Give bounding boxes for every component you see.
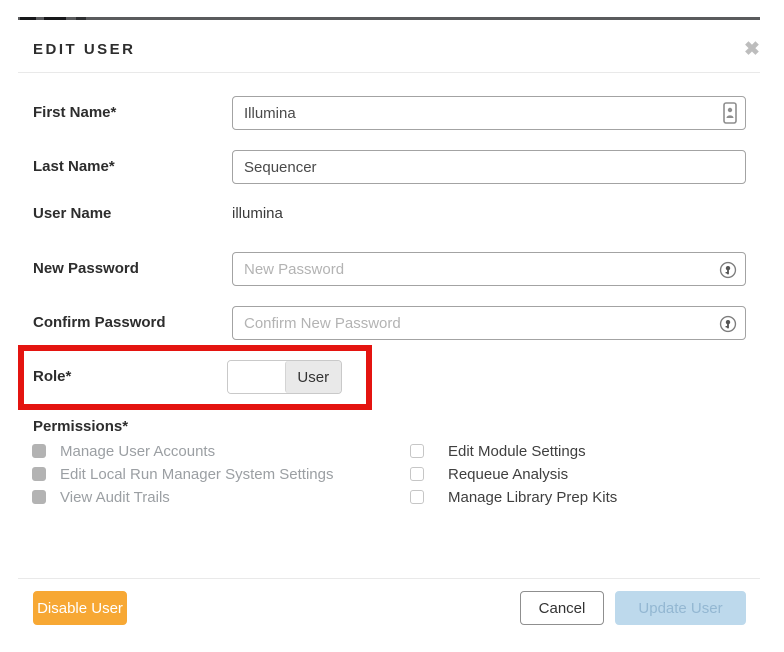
- cropped-content-mark: [76, 17, 86, 20]
- first-name-label: First Name*: [33, 104, 116, 121]
- confirm-password-input[interactable]: [232, 306, 746, 340]
- permission-manage-user-accounts: Manage User Accounts: [32, 442, 215, 460]
- title-divider: [18, 72, 760, 73]
- autofill-contact-icon[interactable]: [720, 101, 740, 125]
- checkbox-disabled: [32, 444, 46, 458]
- permission-requeue-analysis[interactable]: Requeue Analysis: [410, 465, 568, 483]
- new-password-input[interactable]: [232, 252, 746, 286]
- last-name-label: Last Name*: [33, 158, 115, 175]
- cropped-content-mark: [44, 17, 66, 20]
- permission-label: Edit Local Run Manager System Settings: [60, 466, 333, 483]
- first-name-input[interactable]: [232, 96, 746, 130]
- role-toggle-value: User: [285, 361, 342, 393]
- footer-divider: [18, 578, 760, 579]
- role-toggle-handle: [228, 361, 285, 393]
- new-password-label: New Password: [33, 260, 139, 277]
- checkbox-disabled: [32, 467, 46, 481]
- permission-label: Manage Library Prep Kits: [448, 489, 617, 506]
- cropped-content-mark: [20, 17, 36, 20]
- checkbox[interactable]: [410, 444, 424, 458]
- modal-top-border: [18, 17, 760, 20]
- permission-label: View Audit Trails: [60, 489, 170, 506]
- permission-edit-lrm-system-settings: Edit Local Run Manager System Settings: [32, 465, 333, 483]
- checkbox-disabled: [32, 490, 46, 504]
- permission-edit-module-settings[interactable]: Edit Module Settings: [410, 442, 586, 460]
- permission-manage-library-prep-kits[interactable]: Manage Library Prep Kits: [410, 488, 617, 506]
- permission-label: Manage User Accounts: [60, 443, 215, 460]
- modal-window: EDIT USER ✖ First Name* Last Name* User …: [18, 17, 760, 652]
- edit-user-dialog: EDIT USER ✖ First Name* Last Name* User …: [0, 0, 784, 652]
- update-user-button[interactable]: Update User: [615, 591, 746, 625]
- permissions-heading: Permissions*: [33, 418, 128, 435]
- permission-view-audit-trails: View Audit Trails: [32, 488, 170, 506]
- cancel-button[interactable]: Cancel: [520, 591, 604, 625]
- password-key-icon[interactable]: [718, 258, 738, 282]
- close-icon[interactable]: ✖: [740, 38, 764, 62]
- user-name-label: User Name: [33, 205, 111, 222]
- last-name-input[interactable]: [232, 150, 746, 184]
- checkbox[interactable]: [410, 490, 424, 504]
- role-label: Role*: [33, 368, 71, 385]
- modal-title: EDIT USER: [33, 41, 136, 58]
- permission-label: Edit Module Settings: [448, 443, 586, 460]
- password-key-icon[interactable]: [718, 312, 738, 336]
- user-name-value: illumina: [232, 205, 283, 222]
- confirm-password-label: Confirm Password: [33, 314, 166, 331]
- disable-user-button[interactable]: Disable User: [33, 591, 127, 625]
- checkbox[interactable]: [410, 467, 424, 481]
- permission-label: Requeue Analysis: [448, 466, 568, 483]
- role-toggle[interactable]: User: [227, 360, 342, 394]
